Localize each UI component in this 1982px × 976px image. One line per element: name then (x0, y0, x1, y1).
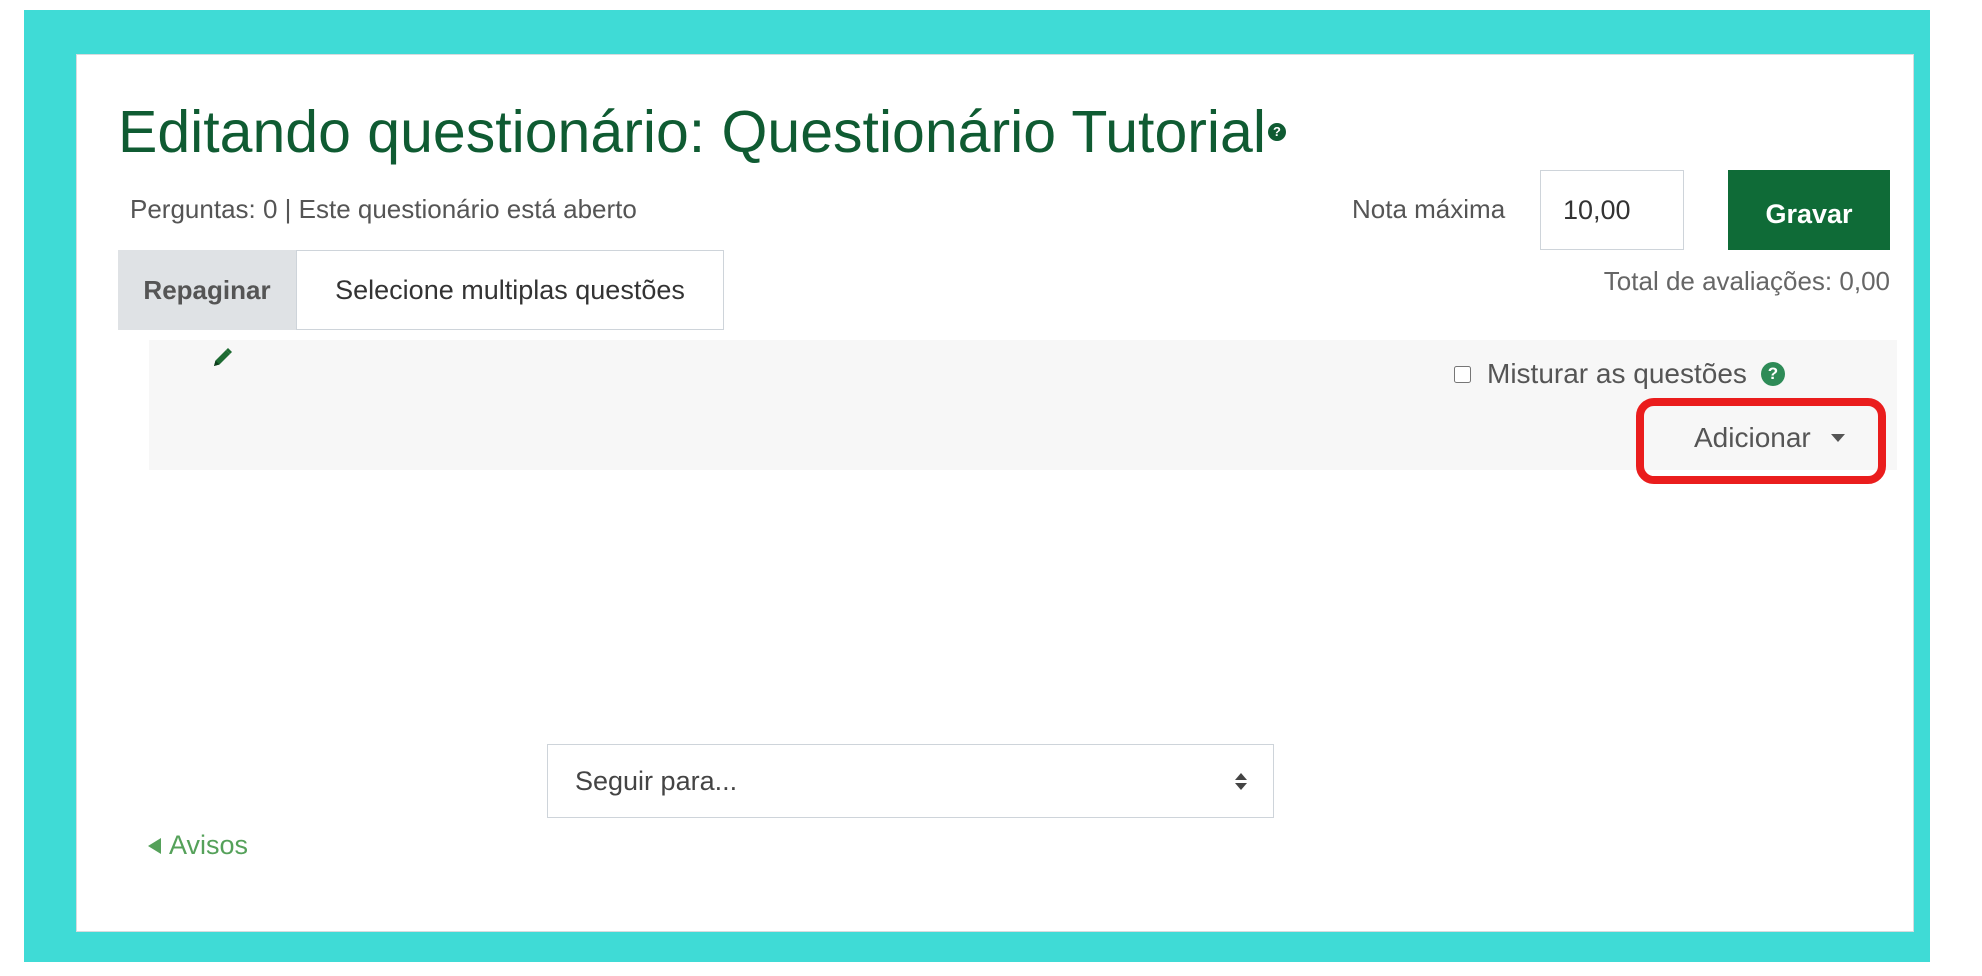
repaginate-button[interactable]: Repaginar (118, 250, 296, 330)
max-grade-label: Nota máxima (1352, 194, 1506, 224)
add-menu-label: Adicionar (1694, 422, 1811, 453)
sort-icon (1235, 772, 1247, 790)
shuffle-questions[interactable]: Misturar as questões ? (1454, 358, 1785, 390)
save-button[interactable]: Gravar (1728, 170, 1890, 250)
jump-to-select[interactable]: Seguir para... (547, 744, 1274, 818)
shuffle-checkbox[interactable] (1454, 365, 1471, 383)
page-title-text: Editando questionário: Questionário Tuto… (118, 99, 1266, 165)
select-multiple-button[interactable]: Selecione multiplas questões (296, 250, 724, 330)
add-menu-button[interactable]: Adicionar (1694, 422, 1845, 454)
shuffle-label: Misturar as questões (1487, 358, 1747, 389)
help-icon[interactable]: ? (1760, 362, 1785, 386)
back-link-label: Avisos (169, 830, 249, 860)
page-title: Editando questionário: Questionário Tuto… (118, 96, 1286, 168)
back-arrow-icon (148, 837, 161, 854)
pencil-icon[interactable] (210, 346, 234, 370)
help-icon[interactable]: ? (1267, 123, 1286, 142)
jump-to-label: Seguir para... (575, 765, 738, 796)
max-grade-input[interactable] (1540, 170, 1684, 250)
back-link-avisos[interactable]: Avisos (148, 830, 248, 861)
caret-down-icon (1830, 434, 1845, 442)
total-grades: Total de avaliações: 0,00 (1603, 266, 1890, 296)
quiz-status: Perguntas: 0 | Este questionário está ab… (130, 194, 637, 224)
